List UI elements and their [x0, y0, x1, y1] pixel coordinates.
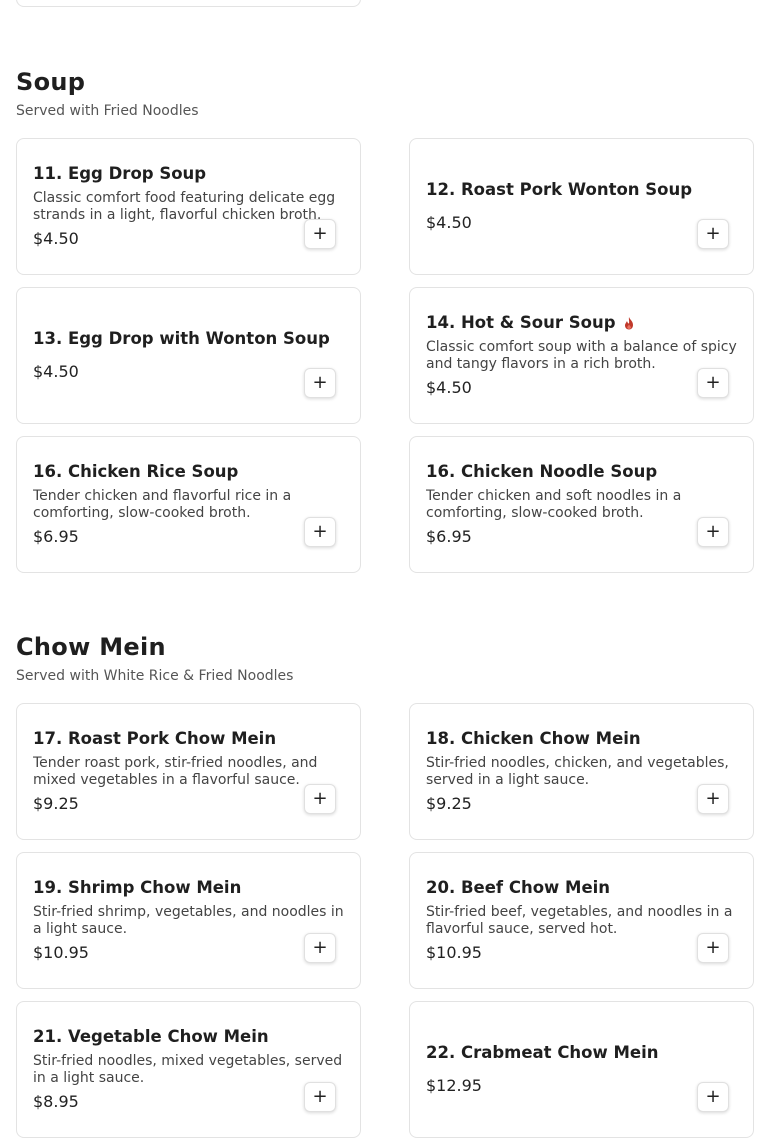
menu-item-card[interactable]: 20. Beef Chow Mein Stir-fried beef, vege… [409, 852, 754, 989]
menu-item-name: 16. Chicken Rice Soup [33, 462, 239, 481]
menu-item-card[interactable]: 11. Egg Drop Soup Classic comfort food f… [16, 138, 361, 275]
menu-item-price: $4.50 [426, 378, 472, 397]
menu-item-description: Stir-fried shrimp, vegetables, and noodl… [33, 904, 344, 937]
menu-item-name-row: 14. Hot & Sour Soup [426, 313, 737, 333]
menu-item-name: 21. Vegetable Chow Mein [33, 1027, 269, 1046]
menu-item-price: $4.50 [33, 362, 79, 381]
menu-item-card-partial[interactable] [16, 0, 361, 7]
menu-item-price: $9.25 [33, 794, 79, 813]
plus-icon: + [312, 1086, 328, 1107]
plus-icon: + [312, 223, 328, 244]
plus-icon: + [705, 223, 721, 244]
plus-icon: + [705, 1086, 721, 1107]
add-to-cart-button[interactable]: + [697, 784, 729, 814]
menu-item-name: 19. Shrimp Chow Mein [33, 878, 242, 897]
menu-item-name: 22. Crabmeat Chow Mein [426, 1043, 659, 1062]
add-to-cart-button[interactable]: + [697, 368, 729, 398]
menu-item-price: $10.95 [33, 943, 89, 962]
menu-item-description: Stir-fried noodles, mixed vegetables, se… [33, 1053, 343, 1086]
menu-item-card[interactable]: 16. Chicken Noodle Soup Tender chicken a… [409, 436, 754, 573]
menu-item-card[interactable]: 12. Roast Pork Wonton Soup $4.50 + [409, 138, 754, 275]
menu-item-name: 13. Egg Drop with Wonton Soup [33, 329, 330, 348]
menu-item-description: Tender chicken and soft noodles in a com… [426, 488, 682, 521]
menu-item-price: $4.50 [426, 213, 472, 232]
menu-item-name: 12. Roast Pork Wonton Soup [426, 180, 693, 199]
section-subtitle-soup: Served with Fried Noodles [16, 103, 199, 119]
menu-item-price: $6.95 [33, 527, 79, 546]
menu-item-name: 17. Roast Pork Chow Mein [33, 729, 277, 748]
menu-item-name: 18. Chicken Chow Mein [426, 729, 641, 748]
section-title-soup: Soup [16, 68, 86, 96]
add-to-cart-button[interactable]: + [304, 784, 336, 814]
section-subtitle-chow-mein: Served with White Rice & Fried Noodles [16, 668, 294, 684]
menu-item-price: $6.95 [426, 527, 472, 546]
menu-item-card[interactable]: 17. Roast Pork Chow Mein Tender roast po… [16, 703, 361, 840]
menu-item-card[interactable]: 13. Egg Drop with Wonton Soup $4.50 + [16, 287, 361, 424]
add-to-cart-button[interactable]: + [304, 1082, 336, 1112]
menu-item-card[interactable]: 18. Chicken Chow Mein Stir-fried noodles… [409, 703, 754, 840]
menu-item-card[interactable]: 21. Vegetable Chow Mein Stir-fried noodl… [16, 1001, 361, 1138]
add-to-cart-button[interactable]: + [304, 517, 336, 547]
menu-item-description: Tender chicken and flavorful rice in a c… [33, 488, 292, 521]
add-to-cart-button[interactable]: + [304, 933, 336, 963]
menu-item-description: Classic comfort soup with a balance of s… [426, 339, 737, 372]
section-title-chow-mein: Chow Mein [16, 633, 166, 661]
menu-item-description: Stir-fried beef, vegetables, and noodles… [426, 904, 733, 937]
add-to-cart-button[interactable]: + [697, 517, 729, 547]
menu-item-price: $9.25 [426, 794, 472, 813]
menu-item-name: 20. Beef Chow Mein [426, 878, 611, 897]
flame-icon [624, 317, 633, 330]
menu-item-card[interactable]: 19. Shrimp Chow Mein Stir-fried shrimp, … [16, 852, 361, 989]
menu-item-price: $4.50 [33, 229, 79, 248]
plus-icon: + [705, 372, 721, 393]
add-to-cart-button[interactable]: + [697, 219, 729, 249]
plus-icon: + [705, 937, 721, 958]
plus-icon: + [312, 788, 328, 809]
menu-item-name: 14. Hot & Sour Soup [426, 313, 616, 332]
menu-item-card[interactable]: 14. Hot & Sour Soup Classic comfort soup… [409, 287, 754, 424]
menu-item-description: Classic comfort food featuring delicate … [33, 190, 336, 223]
menu-item-card[interactable]: 22. Crabmeat Chow Mein $12.95 + [409, 1001, 754, 1138]
add-to-cart-button[interactable]: + [697, 1082, 729, 1112]
menu-item-name: 16. Chicken Noodle Soup [426, 462, 658, 481]
plus-icon: + [705, 788, 721, 809]
menu-item-price: $10.95 [426, 943, 482, 962]
plus-icon: + [705, 521, 721, 542]
menu-item-price: $12.95 [426, 1076, 482, 1095]
menu-item-price: $8.95 [33, 1092, 79, 1111]
menu-item-card[interactable]: 16. Chicken Rice Soup Tender chicken and… [16, 436, 361, 573]
add-to-cart-button[interactable]: + [304, 219, 336, 249]
plus-icon: + [312, 937, 328, 958]
menu-item-description: Stir-fried noodles, chicken, and vegetab… [426, 755, 729, 788]
plus-icon: + [312, 372, 328, 393]
plus-icon: + [312, 521, 328, 542]
add-to-cart-button[interactable]: + [697, 933, 729, 963]
menu-item-description: Tender roast pork, stir-fried noodles, a… [33, 755, 318, 788]
add-to-cart-button[interactable]: + [304, 368, 336, 398]
menu-item-name: 11. Egg Drop Soup [33, 164, 207, 183]
